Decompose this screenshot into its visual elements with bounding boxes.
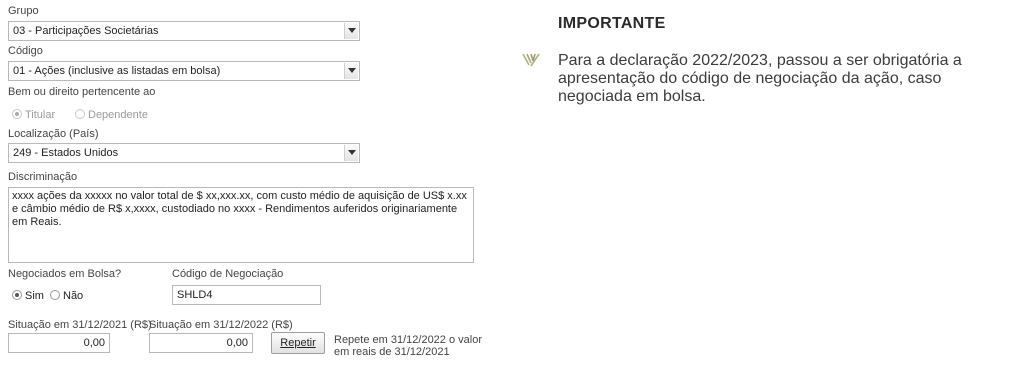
codigo-select[interactable]: 01 - Ações (inclusive as listadas em bol… (8, 61, 360, 81)
grupo-label: Grupo (8, 5, 39, 17)
situacao-2022-input[interactable]: 0,00 (149, 333, 253, 353)
situacao-2021-input[interactable]: 0,00 (8, 333, 110, 353)
localizacao-select-value: 249 - Estados Unidos (13, 147, 119, 159)
chevron-bullet-svg (522, 53, 540, 67)
titular-radio-option[interactable]: Titular (12, 109, 55, 121)
repetir-button[interactable]: Repetir (271, 332, 325, 354)
nao-radio-option[interactable]: Não (50, 290, 83, 302)
situacao-2022-label: Situação em 31/12/2022 (R$) (149, 319, 293, 331)
codigo-negociacao-input[interactable]: SHLD4 (172, 285, 321, 305)
dependente-radio-option[interactable]: Dependente (75, 109, 148, 121)
localizacao-select[interactable]: 249 - Estados Unidos (8, 143, 360, 163)
grupo-select[interactable]: 03 - Participações Societárias (8, 21, 360, 41)
bem-direito-form: Grupo 03 - Participações Societárias Cód… (0, 0, 500, 375)
grupo-select-value: 03 - Participações Societárias (13, 25, 159, 37)
importante-title: IMPORTANTE (558, 15, 666, 32)
chevron-down-icon[interactable] (344, 145, 358, 161)
nao-radio[interactable] (50, 290, 60, 300)
sim-radio[interactable] (12, 290, 22, 300)
discriminacao-label: Discriminação (8, 171, 78, 183)
titular-label: Titular (25, 109, 56, 121)
sim-radio-option[interactable]: Sim (12, 290, 44, 302)
titular-radio[interactable] (12, 109, 22, 119)
negociados-bolsa-label: Negociados em Bolsa? (8, 268, 122, 280)
importante-text: Para a declaração 2022/2023, passou a se… (558, 52, 962, 105)
situacao-2021-label: Situação em 31/12/2021 (R$) (8, 319, 152, 331)
repete-note-line2: em reais de 31/12/2021 (334, 346, 450, 358)
codigo-select-value: 01 - Ações (inclusive as listadas em bol… (13, 65, 221, 77)
repete-note-line1: Repete em 31/12/2022 o valor (334, 334, 482, 346)
chevron-bullet-icon (522, 52, 542, 73)
codigo-label: Código (8, 45, 43, 57)
sim-label: Sim (25, 290, 44, 302)
dependente-label: Dependente (88, 109, 148, 121)
localizacao-label: Localização (País) (8, 128, 99, 140)
importante-panel: IMPORTANTE Para a declaração 2022/2023, … (520, 0, 1024, 375)
dependente-radio[interactable] (75, 109, 85, 119)
chevron-down-icon[interactable] (344, 63, 358, 79)
codigo-negociacao-label: Código de Negociação (172, 268, 284, 280)
discriminacao-textarea[interactable]: xxxx ações da xxxxx no valor total de $ … (8, 187, 474, 263)
chevron-down-icon[interactable] (344, 23, 358, 39)
nao-label: Não (63, 290, 84, 302)
bem-direito-label: Bem ou direito pertencente ao (8, 86, 156, 98)
